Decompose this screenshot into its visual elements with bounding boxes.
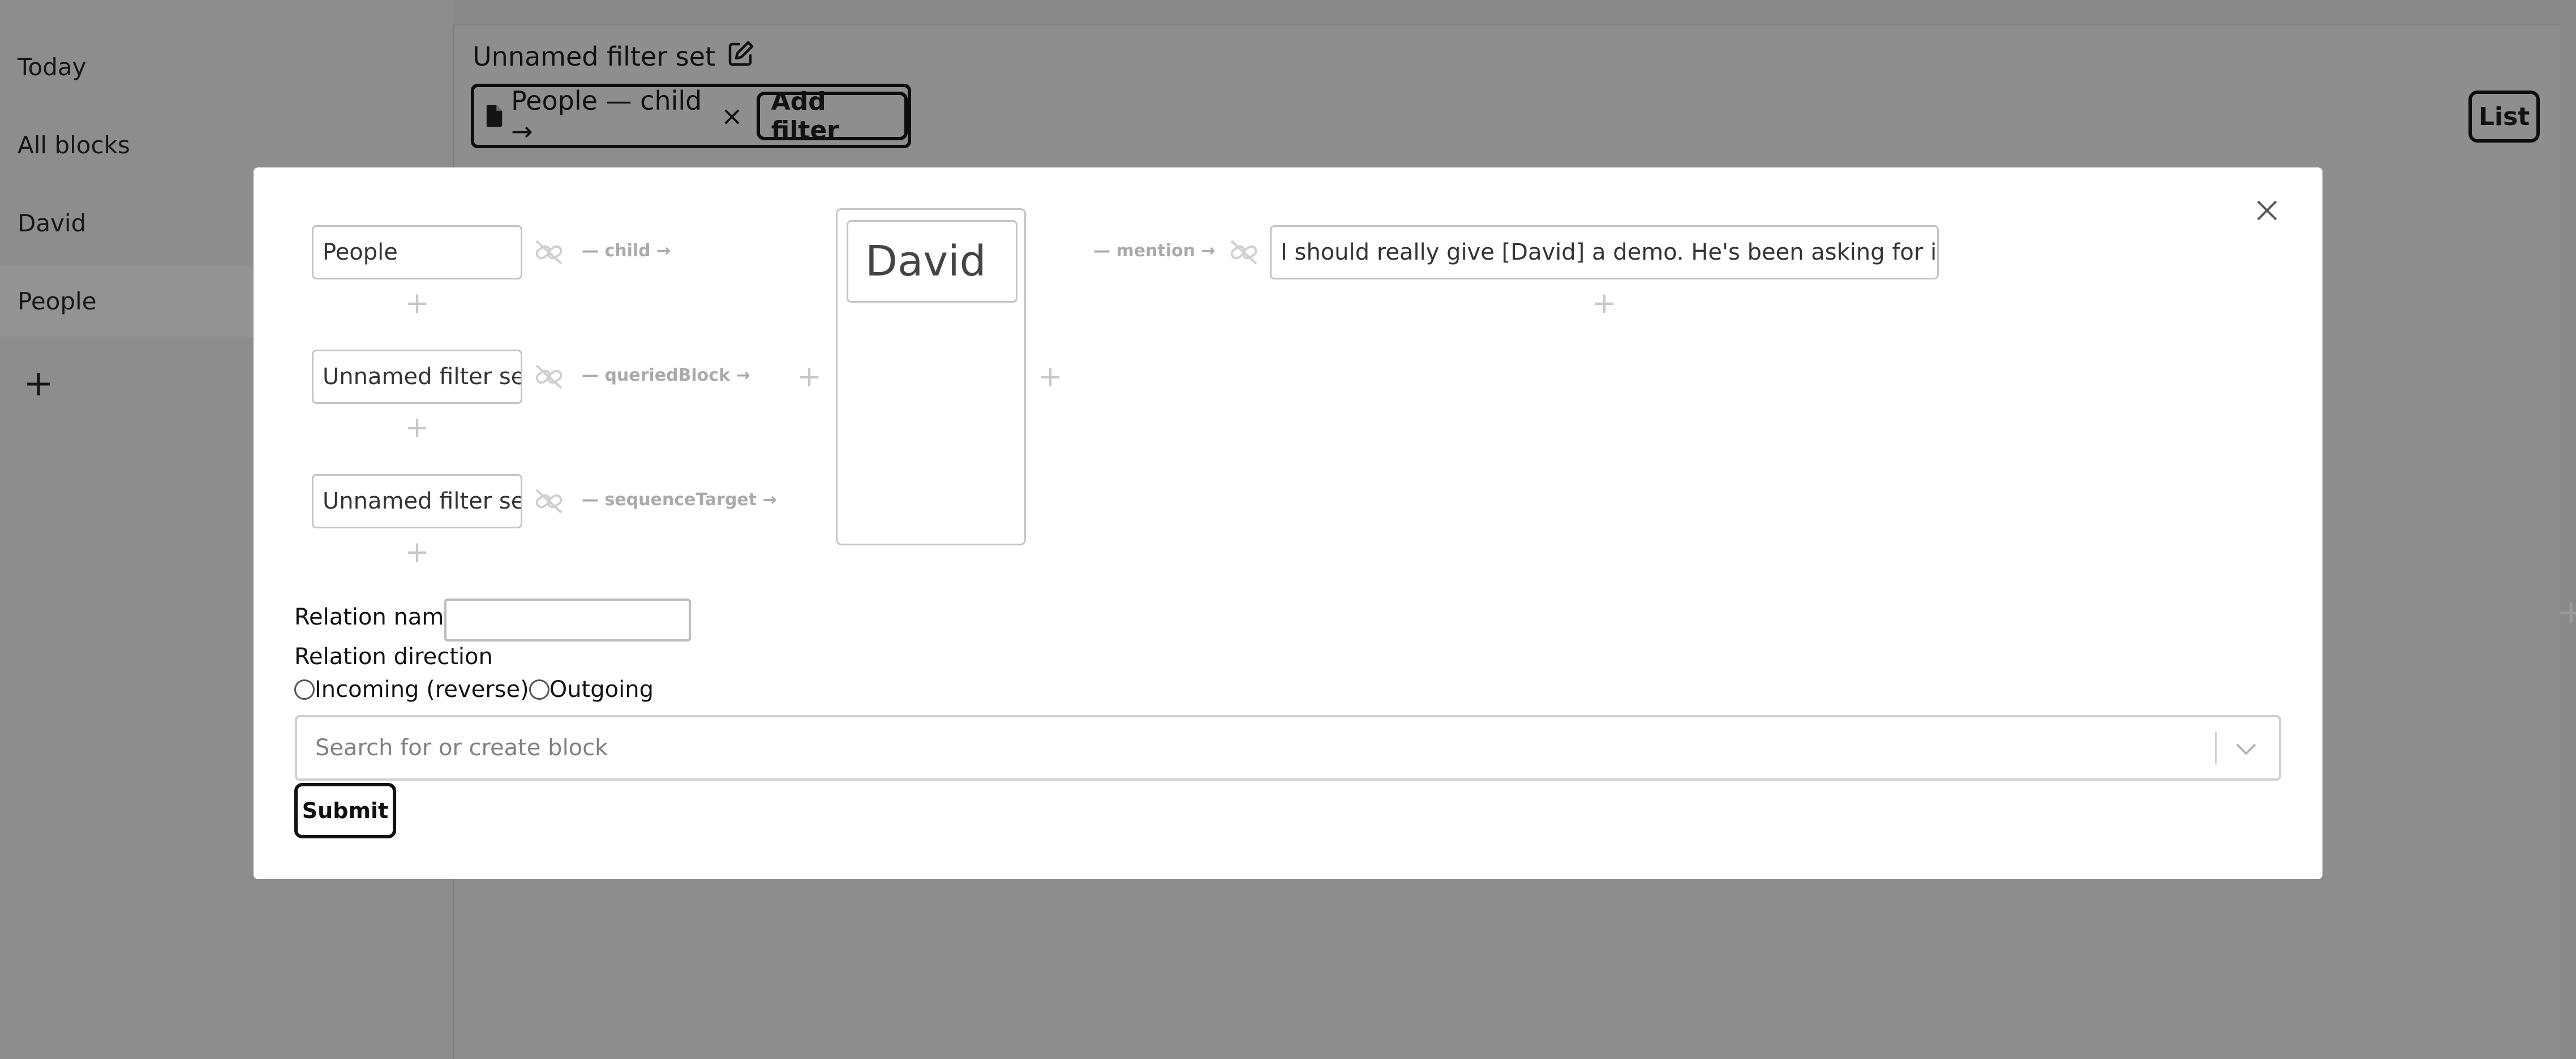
node-label: Unnamed filter set xyxy=(323,364,522,390)
add-node-plus-icon[interactable]: + xyxy=(795,362,824,391)
radio-incoming-label: Incoming (reverse) xyxy=(315,677,529,703)
relation-direction-label: Relation direction xyxy=(294,644,493,670)
unlink-icon[interactable] xyxy=(533,361,565,393)
graph-node-filter-set[interactable]: Unnamed filter set xyxy=(312,474,522,528)
remove-filter-button[interactable]: × xyxy=(721,101,743,131)
add-filter-modal: People — child → + Unnamed filter set — … xyxy=(254,167,2322,879)
add-column-icon[interactable]: + xyxy=(2557,595,2576,629)
add-filter-label: Add filter xyxy=(771,87,839,145)
graph-node-filter-set[interactable]: Unnamed filter set xyxy=(312,350,522,404)
relation-name-label: Relation name xyxy=(294,604,458,630)
plus-icon xyxy=(27,373,50,395)
relation-label: — mention → xyxy=(1093,241,1216,261)
unlink-icon[interactable] xyxy=(533,485,565,517)
add-filter-button[interactable]: Add filter xyxy=(756,87,908,145)
relation-label: — sequenceTarget → xyxy=(582,490,777,510)
submit-button[interactable]: Submit xyxy=(294,783,396,838)
add-node-plus-icon[interactable]: + xyxy=(1590,289,1619,318)
add-node-plus-icon[interactable]: + xyxy=(402,537,432,567)
submit-label: Submit xyxy=(302,798,389,823)
radio-incoming[interactable] xyxy=(294,679,315,700)
center-node-column: David xyxy=(836,208,1026,545)
view-mode-label: List xyxy=(2478,102,2530,131)
app-root: Today All blocks David People Unnamed fi… xyxy=(0,0,2576,1059)
sidebar-item-label: David xyxy=(18,209,87,237)
node-label: Unnamed filter set xyxy=(323,488,522,514)
close-icon xyxy=(2257,200,2277,221)
add-node-plus-icon[interactable]: + xyxy=(1036,362,1065,391)
sidebar-item-label: All blocks xyxy=(18,131,130,159)
graph-node-mention[interactable]: I should really give [David] a demo. He'… xyxy=(1270,225,1939,279)
add-node-plus-icon[interactable]: + xyxy=(402,289,432,318)
center-node-david[interactable]: David xyxy=(847,220,1017,303)
add-node-plus-icon[interactable]: + xyxy=(402,413,432,442)
search-placeholder: Search for or create block xyxy=(315,735,608,761)
graph-node-people[interactable]: People xyxy=(312,225,522,279)
filter-chip[interactable]: People — child → × xyxy=(486,85,743,147)
node-label: David xyxy=(865,237,986,286)
relation-label: — queriedBlock → xyxy=(582,365,750,385)
document-icon xyxy=(486,105,503,127)
unlink-icon[interactable] xyxy=(1228,236,1260,268)
filter-chip-label: People — child → xyxy=(511,85,702,147)
add-page-button[interactable] xyxy=(24,367,58,401)
filter-set-header: Unnamed filter set xyxy=(473,40,755,73)
sidebar-item-label: Today xyxy=(18,53,87,81)
sidebar-item-label: People xyxy=(18,287,97,315)
relation-name-input[interactable] xyxy=(444,599,691,642)
relation-direction-group: Incoming (reverse) Outgoing xyxy=(294,677,654,703)
chevron-down-icon[interactable] xyxy=(2234,738,2259,760)
edit-icon[interactable] xyxy=(728,40,755,73)
radio-outgoing-label: Outgoing xyxy=(549,677,654,703)
radio-outgoing[interactable] xyxy=(529,679,549,700)
sidebar-item-today[interactable]: Today xyxy=(0,31,453,103)
block-search-select[interactable]: Search for or create block xyxy=(295,715,2281,781)
filter-bar: People — child → × Add filter xyxy=(471,84,911,148)
unlink-icon[interactable] xyxy=(533,236,565,268)
select-divider xyxy=(2215,732,2217,764)
node-label: I should really give [David] a demo. He'… xyxy=(1281,239,1939,265)
close-button[interactable] xyxy=(2251,195,2283,226)
node-label: People xyxy=(323,239,398,265)
filter-set-title: Unnamed filter set xyxy=(473,41,716,72)
view-mode-button[interactable]: List xyxy=(2468,91,2540,143)
relation-label: — child → xyxy=(582,241,671,261)
